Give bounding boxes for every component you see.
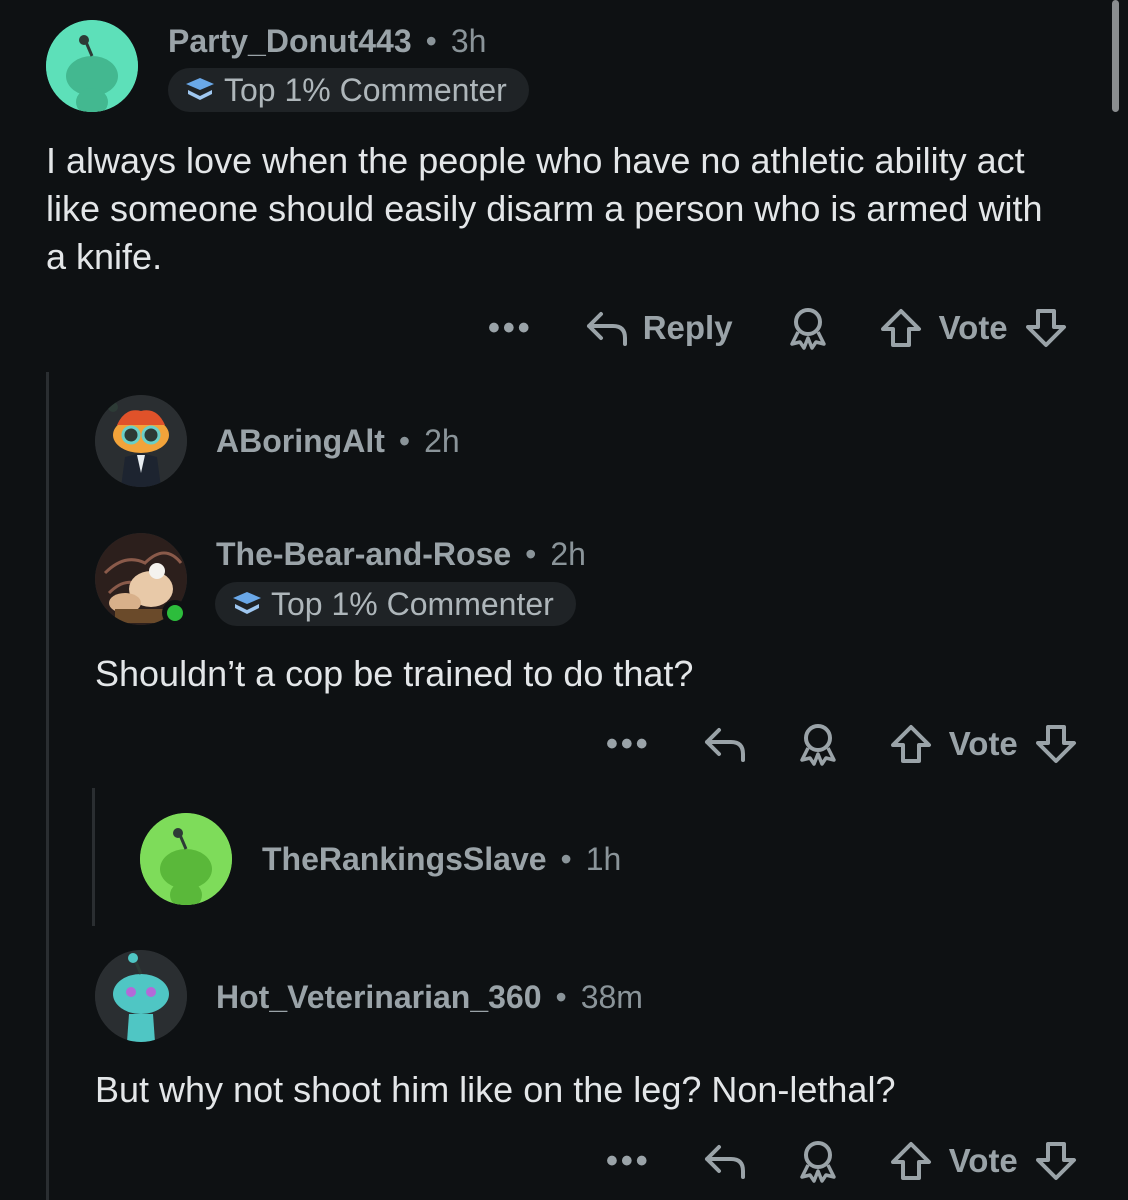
- reply-arrow-icon[interactable]: [583, 308, 629, 348]
- comment-body: I always love when the people who have n…: [46, 140, 1043, 277]
- timestamp[interactable]: 2h: [550, 536, 586, 573]
- more-options-button[interactable]: •••: [488, 309, 533, 348]
- comment-body: But why not shoot him like on the leg? N…: [95, 1069, 896, 1110]
- online-status-indicator: [162, 600, 188, 626]
- username[interactable]: The-Bear-and-Rose: [216, 536, 511, 573]
- comment-header: Party_Donut443 • 3h: [168, 20, 486, 62]
- badge-label: Top 1% Commenter: [224, 71, 507, 108]
- reply-arrow-icon[interactable]: [701, 724, 747, 764]
- comment-header: TheRankingsSlave • 1h: [262, 838, 621, 880]
- comment-header: The-Bear-and-Rose • 2h: [216, 533, 586, 575]
- vote-label: Vote: [938, 309, 1008, 346]
- comment-header: Hot_Veterinarian_360 • 38m: [216, 976, 643, 1018]
- badge-label: Top 1% Commenter: [271, 585, 554, 622]
- avatar[interactable]: [140, 813, 232, 905]
- username[interactable]: Hot_Veterinarian_360: [216, 979, 542, 1016]
- username[interactable]: TheRankingsSlave: [262, 841, 547, 878]
- thread-line-level-2[interactable]: [92, 788, 95, 926]
- upvote-arrow-icon[interactable]: [879, 307, 923, 349]
- username[interactable]: Party_Donut443: [168, 23, 412, 60]
- vote-label: Vote: [948, 725, 1018, 762]
- scrollbar-thumb[interactable]: [1112, 0, 1119, 112]
- top-commenter-badge-icon: [233, 592, 261, 614]
- comment-header: ABoringAlt • 2h: [216, 420, 460, 462]
- award-icon[interactable]: [797, 722, 839, 766]
- snoo-avatar-icon: [140, 813, 232, 905]
- reply-button[interactable]: Reply: [643, 309, 733, 347]
- username[interactable]: ABoringAlt: [216, 423, 385, 460]
- award-icon[interactable]: [797, 1139, 839, 1183]
- snoo-avatar-icon: [95, 395, 187, 487]
- separator-dot: •: [525, 535, 537, 572]
- upvote-arrow-icon[interactable]: [889, 723, 933, 765]
- upvote-arrow-icon[interactable]: [889, 1140, 933, 1182]
- top-commenter-badge-icon: [186, 78, 214, 100]
- timestamp[interactable]: 3h: [451, 23, 487, 60]
- timestamp[interactable]: 1h: [586, 841, 622, 878]
- comment-actions: ••• Vote: [606, 716, 1078, 772]
- separator-dot: •: [560, 840, 572, 877]
- snoo-avatar-icon: [95, 950, 187, 1042]
- separator-dot: •: [425, 22, 437, 59]
- more-options-button[interactable]: •••: [606, 1142, 651, 1181]
- more-options-button[interactable]: •••: [606, 725, 651, 764]
- thread-line-level-1[interactable]: [46, 372, 49, 1200]
- separator-dot: •: [555, 978, 567, 1015]
- avatar[interactable]: [95, 395, 187, 487]
- timestamp[interactable]: 38m: [581, 979, 643, 1016]
- avatar[interactable]: [46, 20, 138, 112]
- downvote-arrow-icon[interactable]: [1034, 723, 1078, 765]
- downvote-arrow-icon[interactable]: [1034, 1140, 1078, 1182]
- timestamp[interactable]: 2h: [424, 423, 460, 460]
- avatar[interactable]: [95, 950, 187, 1042]
- comment-actions: ••• Reply Vote: [488, 300, 1068, 356]
- downvote-arrow-icon[interactable]: [1024, 307, 1068, 349]
- reply-arrow-icon[interactable]: [701, 1141, 747, 1181]
- commenter-badge[interactable]: Top 1% Commenter: [215, 582, 576, 626]
- comment-actions: ••• Vote: [606, 1133, 1078, 1189]
- snoo-avatar-icon: [46, 20, 138, 112]
- award-icon[interactable]: [787, 306, 829, 350]
- vote-label: Vote: [948, 1142, 1018, 1179]
- commenter-badge[interactable]: Top 1% Commenter: [168, 68, 529, 112]
- separator-dot: •: [398, 422, 411, 459]
- comment-body: Shouldn’t a cop be trained to do that?: [95, 653, 694, 694]
